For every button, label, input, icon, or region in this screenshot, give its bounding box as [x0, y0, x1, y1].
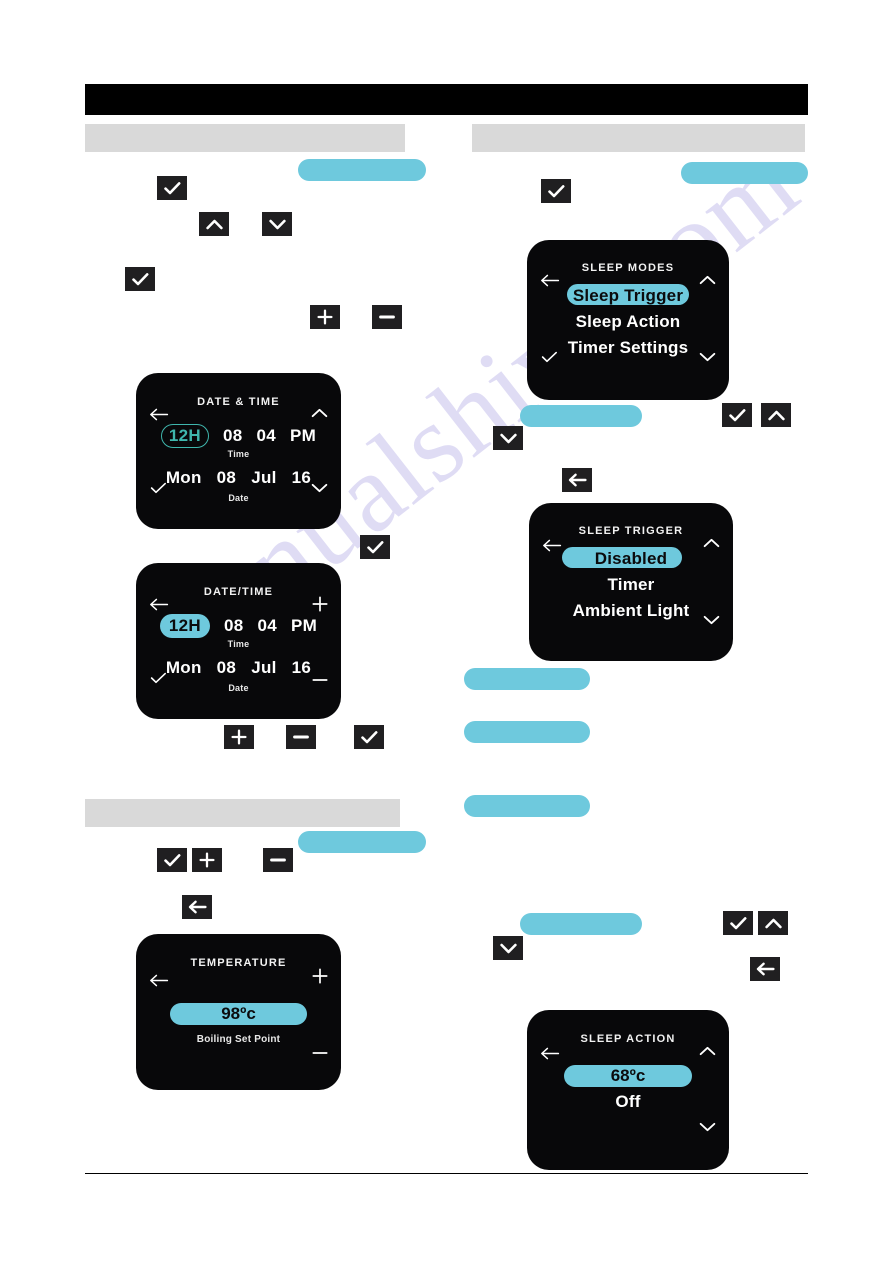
time-row: 12H 08 04 PM: [136, 424, 341, 448]
highlight-bar: [520, 405, 642, 427]
device-screen-date-slash-time: DATE/TIME 12H 08 04 PM Time Mon 08 Jul 1…: [136, 563, 341, 719]
plus-button[interactable]: [310, 305, 340, 329]
back-arrow-icon[interactable]: [148, 596, 170, 612]
list-item-label: Timer Settings: [567, 338, 689, 357]
plus-button[interactable]: [224, 725, 254, 749]
chevron-up-icon[interactable]: [309, 406, 329, 420]
date-weekday-value[interactable]: Mon: [166, 468, 202, 488]
date-day-value[interactable]: 08: [217, 658, 237, 678]
footer-divider: [85, 1173, 808, 1174]
date-row-label: Date: [228, 493, 249, 503]
list-item-timer-settings[interactable]: Timer Settings: [527, 338, 729, 358]
manual-page: manualshive.com DATE & TIME 12H 08 04 PM…: [0, 0, 893, 1263]
date-row: Mon 08 Jul 16: [136, 468, 341, 488]
page-title-banner: [85, 84, 808, 115]
check-button[interactable]: [157, 176, 187, 200]
date-row: Mon 08 Jul 16: [136, 658, 341, 678]
device-screen-temperature: TEMPERATURE 98ºc Boiling Set Point: [136, 934, 341, 1090]
time-hour-value[interactable]: 08: [224, 616, 244, 636]
back-arrow-button[interactable]: [750, 957, 780, 981]
list-item-label: Sleep Action: [575, 312, 681, 331]
plus-icon[interactable]: [311, 595, 329, 613]
plus-icon[interactable]: [311, 967, 329, 985]
list-item-label: Sleep Trigger: [572, 286, 684, 305]
time-minute-value[interactable]: 04: [257, 616, 277, 636]
list-item-timer[interactable]: Timer: [529, 575, 733, 595]
chevron-up-button[interactable]: [199, 212, 229, 236]
check-button[interactable]: [723, 911, 753, 935]
date-month-value[interactable]: Jul: [251, 658, 276, 678]
time-row-label: Time: [227, 449, 250, 459]
left-section-1-header: [85, 124, 405, 152]
highlight-bar: [520, 913, 642, 935]
highlight-bar: [464, 668, 590, 690]
back-arrow-button[interactable]: [562, 468, 592, 492]
check-button[interactable]: [541, 179, 571, 203]
list-item-sleep-trigger[interactable]: Sleep Trigger: [527, 286, 729, 306]
device-screen-date-and-time: DATE & TIME 12H 08 04 PM Time Mon 08 Jul…: [136, 373, 341, 529]
right-section-1-header: [472, 124, 805, 152]
date-day-value[interactable]: 08: [217, 468, 237, 488]
device-screen-sleep-trigger: SLEEP TRIGGER Disabled Timer Ambient Lig…: [529, 503, 733, 661]
back-arrow-icon[interactable]: [148, 972, 170, 988]
back-arrow-button[interactable]: [182, 895, 212, 919]
chevron-up-icon[interactable]: [697, 1044, 717, 1058]
minus-button[interactable]: [372, 305, 402, 329]
time-meridiem-value[interactable]: PM: [290, 426, 316, 446]
left-section-2-header: [85, 799, 400, 827]
date-row-label: Date: [228, 683, 249, 693]
chevron-down-icon[interactable]: [697, 1120, 717, 1134]
chevron-down-button[interactable]: [493, 426, 523, 450]
device-screen-sleep-modes: SLEEP MODES Sleep Trigger Sleep Action T…: [527, 240, 729, 400]
highlight-bar: [298, 831, 426, 853]
time-row-label: Time: [227, 639, 250, 649]
chevron-up-icon[interactable]: [697, 273, 717, 287]
chevron-down-button[interactable]: [262, 212, 292, 236]
time-hour-value[interactable]: 08: [223, 426, 243, 446]
date-year-value[interactable]: 16: [292, 468, 312, 488]
time-minute-value[interactable]: 04: [256, 426, 276, 446]
minus-button[interactable]: [286, 725, 316, 749]
device-screen-sleep-action: SLEEP ACTION 68ºc Off: [527, 1010, 729, 1170]
list-item-label: Timer: [607, 575, 655, 594]
chevron-up-button[interactable]: [761, 403, 791, 427]
check-button[interactable]: [354, 725, 384, 749]
chevron-down-button[interactable]: [493, 936, 523, 960]
list-item-disabled[interactable]: Disabled: [529, 549, 733, 569]
highlight-bar: [298, 159, 426, 181]
check-button[interactable]: [157, 848, 187, 872]
chevron-up-icon[interactable]: [701, 536, 721, 550]
sleep-action-temperature-value[interactable]: 68ºc: [564, 1065, 692, 1087]
back-arrow-icon[interactable]: [539, 1045, 561, 1061]
back-arrow-icon[interactable]: [148, 406, 170, 422]
date-year-value[interactable]: 16: [292, 658, 312, 678]
chevron-up-button[interactable]: [758, 911, 788, 935]
time-format-value[interactable]: 12H: [160, 424, 209, 448]
minus-button[interactable]: [263, 848, 293, 872]
list-item-ambient-light[interactable]: Ambient Light: [529, 601, 733, 621]
list-item-label: Off: [615, 1092, 641, 1111]
minus-icon[interactable]: [311, 1046, 329, 1060]
time-format-value[interactable]: 12H: [159, 614, 210, 638]
list-item-sleep-action[interactable]: Sleep Action: [527, 312, 729, 332]
check-button[interactable]: [722, 403, 752, 427]
list-item-off[interactable]: Off: [527, 1092, 729, 1112]
list-item-label: Disabled: [594, 549, 668, 568]
list-item-label: Ambient Light: [572, 601, 690, 620]
time-row: 12H 08 04 PM: [136, 614, 341, 638]
highlight-bar: [681, 162, 808, 184]
highlight-bar: [464, 795, 590, 817]
date-weekday-value[interactable]: Mon: [166, 658, 202, 678]
boiling-set-point-value[interactable]: 98ºc: [170, 1003, 307, 1025]
boiling-set-point-label: Boiling Set Point: [196, 1034, 281, 1045]
check-button[interactable]: [360, 535, 390, 559]
time-meridiem-value[interactable]: PM: [291, 616, 317, 636]
date-month-value[interactable]: Jul: [251, 468, 276, 488]
check-button[interactable]: [125, 267, 155, 291]
plus-button[interactable]: [192, 848, 222, 872]
highlight-bar: [464, 721, 590, 743]
